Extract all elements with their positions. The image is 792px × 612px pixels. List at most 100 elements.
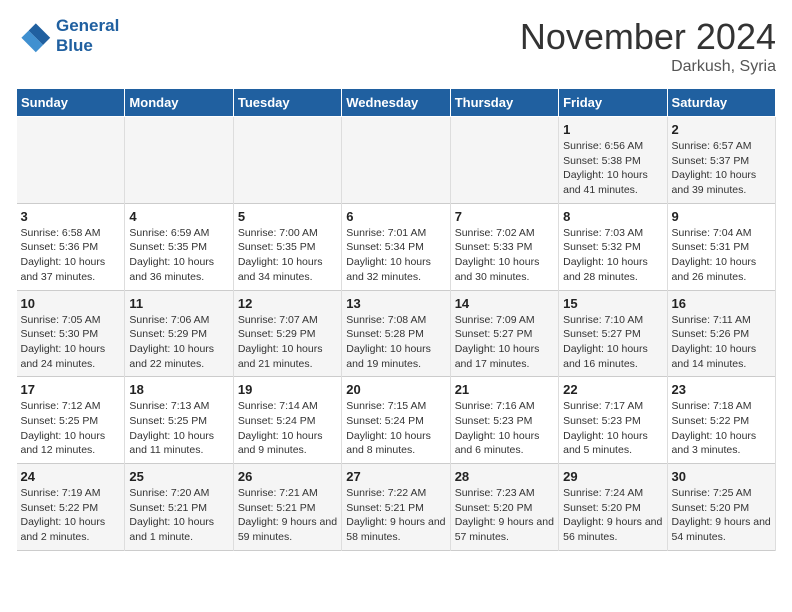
page-header: General Blue November 2024 Darkush, Syri… bbox=[16, 16, 776, 76]
logo: General Blue bbox=[16, 16, 119, 56]
location: Darkush, Syria bbox=[520, 58, 776, 76]
title-block: November 2024 Darkush, Syria bbox=[520, 16, 776, 76]
day-number: 26 bbox=[238, 469, 337, 484]
day-number: 27 bbox=[346, 469, 445, 484]
cell-details: Sunrise: 7:07 AM Sunset: 5:29 PM Dayligh… bbox=[238, 313, 337, 372]
cell-2-4: 14 Sunrise: 7:09 AM Sunset: 5:27 PM Dayli… bbox=[450, 290, 558, 377]
day-number: 11 bbox=[129, 296, 228, 311]
day-number: 18 bbox=[129, 382, 228, 397]
day-number: 5 bbox=[238, 209, 337, 224]
day-number: 19 bbox=[238, 382, 337, 397]
cell-details: Sunrise: 7:00 AM Sunset: 5:35 PM Dayligh… bbox=[238, 226, 337, 285]
col-thursday: Thursday bbox=[450, 89, 558, 117]
day-number: 12 bbox=[238, 296, 337, 311]
cell-details: Sunrise: 7:09 AM Sunset: 5:27 PM Dayligh… bbox=[455, 313, 554, 372]
cell-4-4: 28 Sunrise: 7:23 AM Sunset: 5:20 PM Dayli… bbox=[450, 464, 558, 551]
day-number: 16 bbox=[672, 296, 771, 311]
day-number: 1 bbox=[563, 122, 662, 137]
cell-details: Sunrise: 7:23 AM Sunset: 5:20 PM Dayligh… bbox=[455, 486, 554, 545]
week-row-0: 1 Sunrise: 6:56 AM Sunset: 5:38 PM Daylig… bbox=[17, 117, 776, 204]
logo-text: General Blue bbox=[56, 16, 119, 56]
cell-0-1 bbox=[125, 117, 233, 204]
cell-details: Sunrise: 7:16 AM Sunset: 5:23 PM Dayligh… bbox=[455, 399, 554, 458]
col-wednesday: Wednesday bbox=[342, 89, 450, 117]
day-number: 29 bbox=[563, 469, 662, 484]
col-saturday: Saturday bbox=[667, 89, 775, 117]
day-number: 10 bbox=[21, 296, 121, 311]
cell-details: Sunrise: 7:02 AM Sunset: 5:33 PM Dayligh… bbox=[455, 226, 554, 285]
cell-details: Sunrise: 6:57 AM Sunset: 5:37 PM Dayligh… bbox=[672, 139, 771, 198]
cell-details: Sunrise: 7:21 AM Sunset: 5:21 PM Dayligh… bbox=[238, 486, 337, 545]
cell-details: Sunrise: 7:03 AM Sunset: 5:32 PM Dayligh… bbox=[563, 226, 662, 285]
cell-details: Sunrise: 7:22 AM Sunset: 5:21 PM Dayligh… bbox=[346, 486, 445, 545]
cell-0-0 bbox=[17, 117, 125, 204]
day-number: 13 bbox=[346, 296, 445, 311]
header-row: Sunday Monday Tuesday Wednesday Thursday… bbox=[17, 89, 776, 117]
cell-details: Sunrise: 6:58 AM Sunset: 5:36 PM Dayligh… bbox=[21, 226, 121, 285]
calendar-table: Sunday Monday Tuesday Wednesday Thursday… bbox=[16, 88, 776, 551]
cell-0-3 bbox=[342, 117, 450, 204]
col-tuesday: Tuesday bbox=[233, 89, 341, 117]
cell-details: Sunrise: 7:13 AM Sunset: 5:25 PM Dayligh… bbox=[129, 399, 228, 458]
cell-1-5: 8Sunrise: 7:03 AM Sunset: 5:32 PM Daylig… bbox=[559, 203, 667, 290]
cell-0-2 bbox=[233, 117, 341, 204]
cell-details: Sunrise: 7:20 AM Sunset: 5:21 PM Dayligh… bbox=[129, 486, 228, 545]
cell-3-4: 21Sunrise: 7:16 AM Sunset: 5:23 PM Dayli… bbox=[450, 377, 558, 464]
cell-2-5: 15Sunrise: 7:10 AM Sunset: 5:27 PM Dayli… bbox=[559, 290, 667, 377]
cell-details: Sunrise: 7:08 AM Sunset: 5:28 PM Dayligh… bbox=[346, 313, 445, 372]
cell-details: Sunrise: 7:18 AM Sunset: 5:22 PM Dayligh… bbox=[672, 399, 771, 458]
cell-3-1: 18 Sunrise: 7:13 AM Sunset: 5:25 PM Dayli… bbox=[125, 377, 233, 464]
day-number: 15 bbox=[563, 296, 662, 311]
cell-3-0: 17 Sunrise: 7:12 AM Sunset: 5:25 PM Dayli… bbox=[17, 377, 125, 464]
col-monday: Monday bbox=[125, 89, 233, 117]
day-number: 17 bbox=[21, 382, 121, 397]
cell-1-3: 6Sunrise: 7:01 AM Sunset: 5:34 PM Daylig… bbox=[342, 203, 450, 290]
cell-details: Sunrise: 7:05 AM Sunset: 5:30 PM Dayligh… bbox=[21, 313, 121, 372]
col-sunday: Sunday bbox=[17, 89, 125, 117]
cell-1-1: 4 Sunrise: 6:59 AM Sunset: 5:35 PM Daylig… bbox=[125, 203, 233, 290]
cell-details: Sunrise: 6:56 AM Sunset: 5:38 PM Dayligh… bbox=[563, 139, 662, 198]
cell-2-2: 12 Sunrise: 7:07 AM Sunset: 5:29 PM Dayli… bbox=[233, 290, 341, 377]
week-row-1: 3 Sunrise: 6:58 AM Sunset: 5:36 PM Daylig… bbox=[17, 203, 776, 290]
week-row-4: 24 Sunrise: 7:19 AM Sunset: 5:22 PM Dayli… bbox=[17, 464, 776, 551]
day-number: 2 bbox=[672, 122, 771, 137]
cell-details: Sunrise: 7:19 AM Sunset: 5:22 PM Dayligh… bbox=[21, 486, 121, 545]
cell-details: Sunrise: 7:17 AM Sunset: 5:23 PM Dayligh… bbox=[563, 399, 662, 458]
cell-3-5: 22Sunrise: 7:17 AM Sunset: 5:23 PM Dayli… bbox=[559, 377, 667, 464]
day-number: 24 bbox=[21, 469, 121, 484]
cell-3-3: 20 Sunrise: 7:15 AM Sunset: 5:24 PM Dayli… bbox=[342, 377, 450, 464]
cell-0-6: 2 Sunrise: 6:57 AM Sunset: 5:37 PM Daylig… bbox=[667, 117, 775, 204]
cell-1-6: 9Sunrise: 7:04 AM Sunset: 5:31 PM Daylig… bbox=[667, 203, 775, 290]
cell-2-6: 16 Sunrise: 7:11 AM Sunset: 5:26 PM Dayli… bbox=[667, 290, 775, 377]
day-number: 14 bbox=[455, 296, 554, 311]
cell-2-1: 11 Sunrise: 7:06 AM Sunset: 5:29 PM Dayli… bbox=[125, 290, 233, 377]
cell-details: Sunrise: 7:11 AM Sunset: 5:26 PM Dayligh… bbox=[672, 313, 771, 372]
cell-1-4: 7Sunrise: 7:02 AM Sunset: 5:33 PM Daylig… bbox=[450, 203, 558, 290]
cell-3-6: 23Sunrise: 7:18 AM Sunset: 5:22 PM Dayli… bbox=[667, 377, 775, 464]
logo-icon bbox=[16, 18, 52, 54]
day-number: 25 bbox=[129, 469, 228, 484]
col-friday: Friday bbox=[559, 89, 667, 117]
cell-2-0: 10 Sunrise: 7:05 AM Sunset: 5:30 PM Dayli… bbox=[17, 290, 125, 377]
cell-0-5: 1 Sunrise: 6:56 AM Sunset: 5:38 PM Daylig… bbox=[559, 117, 667, 204]
cell-4-5: 29 Sunrise: 7:24 AM Sunset: 5:20 PM Dayli… bbox=[559, 464, 667, 551]
cell-0-4 bbox=[450, 117, 558, 204]
cell-4-6: 30Sunrise: 7:25 AM Sunset: 5:20 PM Dayli… bbox=[667, 464, 775, 551]
week-row-2: 10 Sunrise: 7:05 AM Sunset: 5:30 PM Dayli… bbox=[17, 290, 776, 377]
day-number: 9 bbox=[672, 209, 771, 224]
cell-details: Sunrise: 6:59 AM Sunset: 5:35 PM Dayligh… bbox=[129, 226, 228, 285]
cell-1-0: 3 Sunrise: 6:58 AM Sunset: 5:36 PM Daylig… bbox=[17, 203, 125, 290]
cell-details: Sunrise: 7:15 AM Sunset: 5:24 PM Dayligh… bbox=[346, 399, 445, 458]
cell-1-2: 5 Sunrise: 7:00 AM Sunset: 5:35 PM Daylig… bbox=[233, 203, 341, 290]
cell-4-0: 24 Sunrise: 7:19 AM Sunset: 5:22 PM Dayli… bbox=[17, 464, 125, 551]
day-number: 20 bbox=[346, 382, 445, 397]
day-number: 28 bbox=[455, 469, 554, 484]
cell-details: Sunrise: 7:14 AM Sunset: 5:24 PM Dayligh… bbox=[238, 399, 337, 458]
day-number: 4 bbox=[129, 209, 228, 224]
month-title: November 2024 bbox=[520, 16, 776, 58]
day-number: 3 bbox=[21, 209, 121, 224]
cell-details: Sunrise: 7:01 AM Sunset: 5:34 PM Dayligh… bbox=[346, 226, 445, 285]
cell-details: Sunrise: 7:12 AM Sunset: 5:25 PM Dayligh… bbox=[21, 399, 121, 458]
cell-details: Sunrise: 7:06 AM Sunset: 5:29 PM Dayligh… bbox=[129, 313, 228, 372]
cell-details: Sunrise: 7:24 AM Sunset: 5:20 PM Dayligh… bbox=[563, 486, 662, 545]
